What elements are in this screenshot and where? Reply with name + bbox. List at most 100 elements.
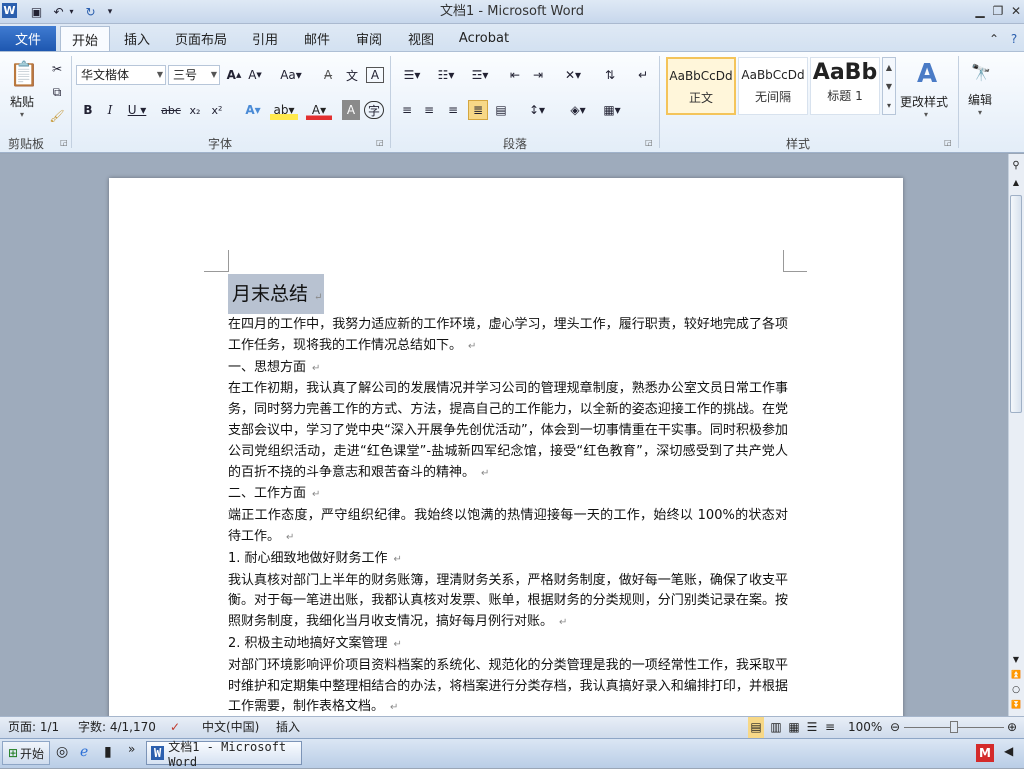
undo-icon[interactable]: ↶ <box>50 3 67 20</box>
quicklaunch-expand-icon[interactable]: » <box>128 742 135 756</box>
subscript-icon[interactable]: x₂ <box>186 100 204 120</box>
style-normal[interactable]: AaBbCcDd 正文 <box>666 57 736 115</box>
clipboard-launcher-icon[interactable]: ◲ <box>60 138 69 147</box>
clear-formatting-icon[interactable]: A̶ <box>318 65 338 85</box>
change-styles-label[interactable]: 更改样式 <box>900 93 948 110</box>
multilevel-list-icon[interactable]: ☲▾ <box>466 65 494 85</box>
close-button[interactable]: ✕ <box>1006 2 1024 20</box>
sort-icon[interactable]: ⇅ <box>600 65 620 85</box>
font-family-dropdown[interactable]: 华文楷体 ▼ <box>76 65 166 85</box>
distributed-icon[interactable]: ▤ <box>492 100 510 120</box>
change-styles-dropdown-icon[interactable]: ▾ <box>924 110 928 119</box>
font-launcher-icon[interactable]: ◲ <box>376 138 385 147</box>
align-right-icon[interactable]: ≡ <box>444 100 462 120</box>
styles-launcher-icon[interactable]: ◲ <box>944 138 953 147</box>
tab-view[interactable]: 视图 <box>400 26 442 51</box>
start-button[interactable]: ⊞ 开始 <box>2 741 50 765</box>
previous-page-icon[interactable]: ⏫ <box>1010 670 1022 682</box>
tray-arrow-icon[interactable]: ◀ <box>1004 744 1013 758</box>
bold-icon[interactable]: B <box>80 100 96 120</box>
scrollbar-thumb[interactable] <box>1010 195 1022 413</box>
select-browse-object-icon[interactable]: ○ <box>1010 685 1022 697</box>
numbering-icon[interactable]: ☷▾ <box>432 65 460 85</box>
next-page-icon[interactable]: ⏬ <box>1010 700 1022 712</box>
borders-icon[interactable]: ▦▾ <box>598 100 626 120</box>
quicklaunch-app-icon[interactable]: ▮ <box>104 744 112 760</box>
redo-icon[interactable]: ↻ <box>82 3 99 20</box>
paste-label[interactable]: 粘贴 <box>10 93 34 110</box>
change-styles-icon[interactable]: A <box>910 58 944 90</box>
enclosed-character-icon[interactable]: 字 <box>364 101 384 119</box>
superscript-icon[interactable]: x² <box>208 100 226 120</box>
page-count[interactable]: 页面: 1/1 <box>8 717 59 738</box>
tray-app-icon[interactable]: M <box>976 744 994 762</box>
style-heading-1[interactable]: AaBb 标题 1 <box>810 57 880 115</box>
bullets-icon[interactable]: ☰▾ <box>398 65 426 85</box>
grow-font-icon[interactable]: A ▲ <box>225 65 243 85</box>
character-border-icon[interactable]: A <box>366 67 384 83</box>
tab-references[interactable]: 引用 <box>244 26 286 51</box>
tab-acrobat[interactable]: Acrobat <box>452 26 516 51</box>
minimize-button[interactable]: ▁ <box>970 2 990 20</box>
web-layout-icon[interactable]: ▦ <box>786 717 802 738</box>
align-left-icon[interactable]: ≡ <box>398 100 416 120</box>
undo-dropdown-icon[interactable]: ▾ <box>67 3 76 20</box>
cut-icon[interactable]: ✂ <box>47 59 67 79</box>
editing-label[interactable]: 编辑 <box>968 91 992 108</box>
insert-mode[interactable]: 插入 <box>276 717 300 738</box>
word-count[interactable]: 字数: 4/1,170 <box>78 717 156 738</box>
tab-file[interactable]: 文件 <box>0 26 56 51</box>
tab-mailings[interactable]: 邮件 <box>296 26 338 51</box>
format-painter-icon[interactable]: 🖌 <box>47 106 67 126</box>
align-center-icon[interactable]: ≡ <box>420 100 438 120</box>
justify-icon[interactable]: ≣ <box>468 100 488 120</box>
quicklaunch-browser-icon[interactable]: ◎ <box>56 744 68 760</box>
underline-icon[interactable]: U ▾ <box>124 100 150 120</box>
style-no-spacing[interactable]: AaBbCcDd 无间隔 <box>738 57 808 115</box>
draft-icon[interactable]: ≡ <box>822 717 838 738</box>
zoom-slider-thumb[interactable] <box>950 721 958 733</box>
tab-review[interactable]: 审阅 <box>348 26 390 51</box>
zoom-in-icon[interactable]: ⊕ <box>1005 717 1019 738</box>
increase-indent-icon[interactable]: ⇥ <box>528 65 548 85</box>
styles-scroll[interactable]: ▲ ▼ ▾ <box>882 57 896 115</box>
show-marks-icon[interactable]: ↵ <box>634 65 652 85</box>
save-icon[interactable]: ▣ <box>28 3 45 20</box>
ruler-toggle-icon[interactable]: ⚲ <box>1010 160 1022 174</box>
full-screen-reading-icon[interactable]: ▥ <box>768 717 784 738</box>
paste-dropdown-icon[interactable]: ▾ <box>20 110 24 119</box>
decrease-indent-icon[interactable]: ⇤ <box>505 65 525 85</box>
text-effects-icon[interactable]: A▾ <box>240 100 266 120</box>
clipboard-icon[interactable]: 📋 <box>8 58 40 90</box>
line-spacing-icon[interactable]: ↕▾ <box>524 100 550 120</box>
font-size-dropdown[interactable]: 三号 ▼ <box>168 65 220 85</box>
phonetic-guide-icon[interactable]: 文 <box>342 65 362 85</box>
print-layout-icon[interactable]: ▤ <box>748 717 764 738</box>
strikethrough-icon[interactable]: abc <box>160 100 182 120</box>
customize-qat-icon[interactable]: ▾ <box>104 3 116 20</box>
copy-icon[interactable]: ⧉ <box>47 82 67 102</box>
chinese-layout-icon[interactable]: ✕▾ <box>560 65 586 85</box>
word-app-icon[interactable]: W <box>2 3 17 18</box>
scroll-up-icon[interactable]: ▲ <box>1010 178 1022 192</box>
italic-icon[interactable]: I <box>102 100 118 120</box>
ie-icon[interactable]: ℯ <box>80 744 88 760</box>
paragraph-launcher-icon[interactable]: ◲ <box>645 138 654 147</box>
minimize-ribbon-icon[interactable]: ⌃ <box>984 30 1004 48</box>
outline-icon[interactable]: ☰ <box>804 717 820 738</box>
character-shading-icon[interactable]: A <box>342 100 360 120</box>
tab-page-layout[interactable]: 页面布局 <box>168 26 234 51</box>
binoculars-icon[interactable]: 🔭 <box>968 60 994 84</box>
tab-home[interactable]: 开始 <box>60 26 110 52</box>
tab-insert[interactable]: 插入 <box>116 26 158 51</box>
shrink-font-icon[interactable]: A ▼ <box>246 65 264 85</box>
document-title[interactable]: 月末总结 ↵ <box>228 274 324 314</box>
language[interactable]: 中文(中国) <box>202 717 259 738</box>
editing-dropdown-icon[interactable]: ▾ <box>978 108 982 117</box>
highlight-icon[interactable]: ab▾ <box>270 100 298 120</box>
document-body[interactable]: 在四月的工作中，我努力适应新的工作环境，虚心学习，埋头工作，履行职责，较好地完成… <box>228 315 788 719</box>
restore-button[interactable]: ❐ <box>988 2 1008 20</box>
help-icon[interactable]: ? <box>1004 30 1024 48</box>
shading-icon[interactable]: ◈▾ <box>564 100 592 120</box>
zoom-out-icon[interactable]: ⊖ <box>888 717 902 738</box>
